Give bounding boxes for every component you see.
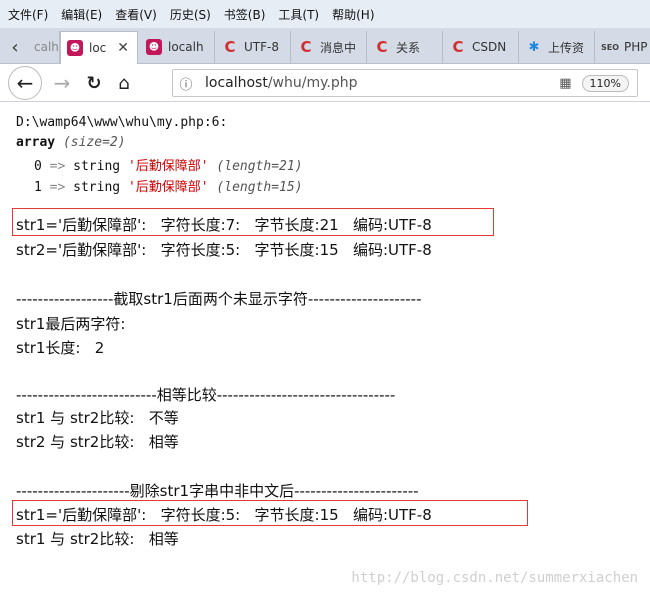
csdn-c-icon: C	[224, 38, 236, 56]
output-line-3: str1最后两字符:	[16, 315, 126, 333]
forward-arrow-icon[interactable]: →	[48, 68, 76, 98]
output-line-8: str1 与 str2比较: 相等	[16, 530, 179, 548]
menu-help[interactable]: 帮助(H)	[332, 6, 374, 23]
page-content: D:\wamp64\www\whu\my.php:6: array (size=…	[0, 103, 650, 594]
cat-icon: ☻	[146, 39, 162, 55]
menu-view[interactable]: 查看(V)	[115, 6, 157, 23]
tab-3[interactable]: ☻ localh	[140, 31, 215, 63]
close-icon[interactable]: ✕	[117, 40, 129, 56]
tab-label: calh	[34, 40, 59, 54]
output-line-4: str1长度: 2	[16, 339, 105, 357]
message-icon: ✱	[528, 39, 540, 55]
qr-code-icon[interactable]: ▦	[559, 76, 571, 91]
separator-3: ---------------------剔除str1字串中非中文后------…	[16, 482, 419, 500]
tab-label: 上传资	[548, 40, 585, 55]
tab-7[interactable]: C CSDN	[444, 31, 519, 63]
output-line-7: str1='后勤保障部': 字符长度:5: 字节长度:15 编码:UTF-8	[16, 506, 432, 524]
tab-label: localh	[168, 40, 204, 54]
csdn-c-icon: C	[300, 38, 312, 56]
array-keyword: array	[16, 135, 56, 150]
menu-bar: 文件(F) 编辑(E) 查看(V) 历史(S) 书签(B) 工具(T) 帮助(H…	[0, 0, 650, 28]
separator-2: --------------------------相等比较----------…	[16, 386, 396, 404]
tab-scroll-left-icon[interactable]: ‹	[0, 31, 30, 63]
tab-strip: ‹ calh ☻ loc ✕ ☻ localh C UTF-8 C 消息中 C …	[0, 28, 650, 64]
menu-edit[interactable]: 编辑(E)	[61, 6, 102, 23]
array-size: (size=2)	[62, 135, 126, 150]
output-line-6: str2 与 str2比较: 相等	[16, 433, 179, 451]
tab-label: CSDN	[472, 40, 507, 54]
menu-file[interactable]: 文件(F)	[8, 6, 48, 23]
watermark: http://blog.csdn.net/summerxiachen	[351, 570, 638, 586]
separator-1: ------------------截取str1后面两个未显示字符-------…	[16, 290, 422, 308]
seo-icon: SEO	[600, 42, 620, 52]
tab-label: UTF-8	[244, 40, 279, 54]
tab-label: 关系	[396, 40, 421, 55]
tab-2-active[interactable]: ☻ loc ✕	[60, 31, 138, 64]
dump-item-1: 1 => string '后勤保障部' (length=15)	[34, 180, 303, 195]
tab-1[interactable]: calh	[30, 31, 60, 63]
nav-bar: ← → ↻ ⌂ ⓘ localhost/whu/my.php ▦ 110%	[0, 64, 650, 102]
tab-label: PHP	[624, 40, 648, 54]
home-icon[interactable]: ⌂	[110, 68, 138, 98]
dump-header: array (size=2)	[16, 135, 126, 150]
tab-8[interactable]: ✱ 上传资	[520, 31, 595, 63]
url-text[interactable]: localhost/whu/my.php	[205, 75, 559, 91]
output-line-5: str1 与 str2比较: 不等	[16, 409, 179, 427]
output-line-1: str1='后勤保障部': 字符长度:7: 字节长度:21 编码:UTF-8	[16, 216, 432, 234]
back-arrow-icon[interactable]: ←	[8, 66, 42, 100]
tab-label: loc	[89, 41, 107, 55]
csdn-c-icon: C	[376, 38, 388, 56]
tab-label: 消息中	[320, 40, 357, 55]
menu-history[interactable]: 历史(S)	[170, 6, 211, 23]
csdn-c-icon: C	[452, 38, 464, 56]
tab-6[interactable]: C 关系	[368, 31, 443, 63]
reload-icon[interactable]: ↻	[80, 68, 108, 98]
url-path: /whu/my.php	[267, 75, 358, 91]
tab-4[interactable]: C UTF-8	[216, 31, 291, 63]
url-host: localhost	[205, 75, 268, 91]
zoom-level[interactable]: 110%	[581, 74, 629, 92]
menu-tools[interactable]: 工具(T)	[278, 6, 319, 23]
menu-bookmarks[interactable]: 书签(B)	[224, 6, 266, 23]
output-line-2: str2='后勤保障部': 字符长度:5: 字节长度:15 编码:UTF-8	[16, 241, 432, 259]
dump-file-line: D:\wamp64\www\whu\my.php:6:	[16, 115, 228, 130]
tab-9[interactable]: SEO PHP	[596, 31, 650, 63]
tab-5[interactable]: C 消息中	[292, 31, 367, 63]
url-bar[interactable]: ⓘ localhost/whu/my.php ▦ 110%	[172, 69, 638, 97]
cat-icon: ☻	[67, 40, 83, 56]
dump-item-0: 0 => string '后勤保障部' (length=21)	[34, 159, 303, 174]
info-icon[interactable]: ⓘ	[173, 74, 199, 93]
